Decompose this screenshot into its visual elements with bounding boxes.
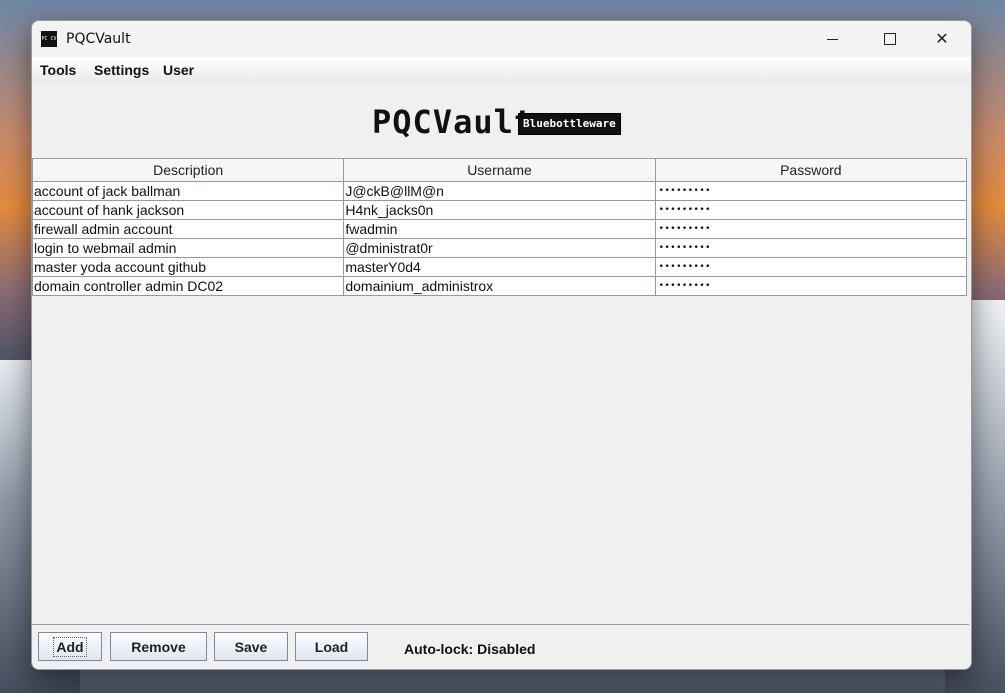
cell-username[interactable]: @dministrat0r bbox=[343, 238, 656, 258]
menu-bar: Tools Settings User bbox=[32, 57, 971, 84]
cell-description[interactable]: account of jack ballman bbox=[32, 181, 345, 201]
table-row[interactable]: domain controller admin DC02 domainium_a… bbox=[32, 276, 968, 296]
table-row[interactable]: account of jack ballman J@ckB@llM@n ••••… bbox=[32, 181, 968, 201]
window-title: PQCVault bbox=[66, 31, 131, 47]
cell-password[interactable]: ••••••••• bbox=[654, 219, 968, 239]
menu-settings[interactable]: Settings bbox=[94, 62, 149, 78]
cell-username[interactable]: domainium_administrox bbox=[343, 276, 656, 296]
close-button[interactable]: ✕ bbox=[919, 21, 965, 57]
column-header-password[interactable]: Password bbox=[654, 158, 968, 182]
add-button[interactable]: Add bbox=[38, 632, 102, 661]
load-button[interactable]: Load bbox=[295, 632, 368, 661]
cell-password[interactable]: ••••••••• bbox=[654, 257, 968, 277]
autolock-status: Auto-lock: Disabled bbox=[404, 641, 536, 657]
minimize-icon bbox=[826, 38, 838, 40]
cell-password[interactable]: ••••••••• bbox=[654, 181, 968, 201]
cell-description[interactable]: account of hank jackson bbox=[32, 200, 345, 220]
maximize-icon bbox=[884, 33, 896, 45]
minimize-button[interactable] bbox=[809, 21, 855, 57]
menu-user[interactable]: User bbox=[163, 62, 194, 78]
credentials-table-area[interactable]: Description Username Password account of… bbox=[32, 158, 969, 625]
table-row[interactable]: account of hank jackson H4nk_jacks0n •••… bbox=[32, 200, 968, 220]
table-row[interactable]: master yoda account github masterY0d4 ••… bbox=[32, 257, 968, 277]
menu-tools[interactable]: Tools bbox=[40, 62, 76, 78]
bottom-toolbar: Add Remove Save Load Auto-lock: Disabled bbox=[32, 625, 971, 669]
app-window: PC CV PQCVault ✕ Tools Settings User PQC… bbox=[31, 20, 972, 670]
cell-password[interactable]: ••••••••• bbox=[654, 238, 968, 258]
cell-password[interactable]: ••••••••• bbox=[654, 200, 968, 220]
cell-description[interactable]: master yoda account github bbox=[32, 257, 345, 277]
title-bar[interactable]: PC CV PQCVault ✕ bbox=[32, 21, 971, 57]
cell-description[interactable]: login to webmail admin bbox=[32, 238, 345, 258]
table-row[interactable]: login to webmail admin @dministrat0r •••… bbox=[32, 238, 968, 258]
credentials-table: Description Username Password account of… bbox=[32, 158, 968, 296]
cell-description[interactable]: domain controller admin DC02 bbox=[32, 276, 345, 296]
save-button[interactable]: Save bbox=[214, 632, 288, 661]
cell-username[interactable]: H4nk_jacks0n bbox=[343, 200, 656, 220]
cell-description[interactable]: firewall admin account bbox=[32, 219, 345, 239]
column-header-description[interactable]: Description bbox=[32, 158, 345, 182]
table-row[interactable]: firewall admin account fwadmin ••••••••• bbox=[32, 219, 968, 239]
logo-badge: Bluebottleware bbox=[518, 113, 621, 135]
cell-username[interactable]: fwadmin bbox=[343, 219, 656, 239]
cell-username[interactable]: J@ckB@llM@n bbox=[343, 181, 656, 201]
app-icon: PC CV bbox=[41, 31, 57, 47]
remove-button[interactable]: Remove bbox=[110, 632, 207, 661]
maximize-button[interactable] bbox=[867, 21, 913, 57]
cell-password[interactable]: ••••••••• bbox=[654, 276, 968, 296]
table-header-row: Description Username Password bbox=[32, 158, 968, 182]
close-icon: ✕ bbox=[935, 31, 949, 48]
logo-banner: PQCVault Bluebottleware bbox=[32, 83, 971, 158]
cell-username[interactable]: masterY0d4 bbox=[343, 257, 656, 277]
logo-title: PQCVault bbox=[372, 103, 535, 141]
add-button-label: Add bbox=[53, 636, 87, 657]
column-header-username[interactable]: Username bbox=[343, 158, 656, 182]
